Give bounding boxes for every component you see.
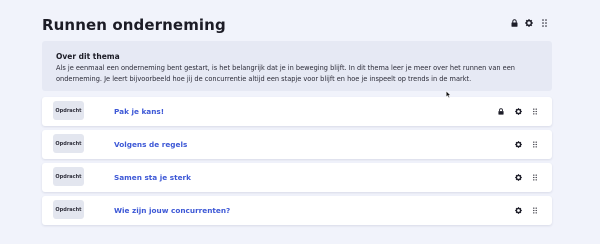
assignment-badge: Opdracht [53, 134, 84, 153]
card-actions [514, 196, 539, 225]
assignment-badge: Opdracht [53, 167, 84, 186]
theme-description: Als je eenmaal een onderneming bent gest… [56, 64, 515, 83]
theme-info-box: Over dit thema Als je eenmaal een ondern… [42, 41, 552, 91]
page-header: Runnen onderneming [42, 15, 548, 35]
assignment-title[interactable]: Volgens de regels [114, 130, 187, 159]
card-actions [514, 130, 539, 159]
assignment-badge: Opdracht [53, 101, 84, 120]
drag-handle-icon[interactable] [531, 206, 539, 215]
card-actions [497, 97, 539, 126]
gear-icon[interactable] [514, 173, 522, 182]
page-title: Runnen onderneming [42, 16, 226, 34]
gear-icon[interactable] [514, 140, 522, 149]
assignment-title[interactable]: Wie zijn jouw concurrenten? [114, 196, 230, 225]
drag-handle-icon[interactable] [531, 107, 539, 116]
gear-icon[interactable] [525, 18, 533, 27]
card-actions [514, 163, 539, 192]
drag-handle-icon[interactable] [531, 173, 539, 182]
assignment-card[interactable]: Opdracht Wie zijn jouw concurrenten? [42, 196, 552, 225]
lock-icon[interactable] [497, 107, 505, 116]
assignment-card[interactable]: Opdracht Pak je kans! [42, 97, 552, 126]
gear-icon[interactable] [514, 107, 522, 116]
drag-handle-icon[interactable] [540, 18, 548, 27]
lock-icon[interactable] [510, 18, 518, 27]
drag-handle-icon[interactable] [531, 140, 539, 149]
assignment-title[interactable]: Pak je kans! [114, 97, 164, 126]
assignment-card[interactable]: Opdracht Samen sta je sterk [42, 163, 552, 192]
assignment-badge: Opdracht [53, 200, 84, 219]
assignment-title[interactable]: Samen sta je sterk [114, 163, 191, 192]
mouse-cursor-icon [446, 83, 451, 102]
theme-title: Over dit thema [56, 52, 120, 61]
assignment-card[interactable]: Opdracht Volgens de regels [42, 130, 552, 159]
gear-icon[interactable] [514, 206, 522, 215]
header-actions [510, 18, 548, 27]
